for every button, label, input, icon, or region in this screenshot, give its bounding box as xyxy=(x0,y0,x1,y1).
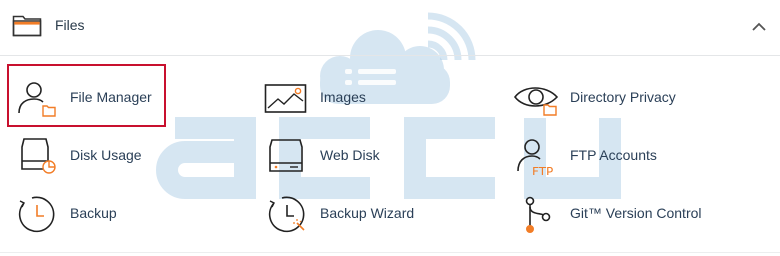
disk-usage-label: Disk Usage xyxy=(70,147,142,163)
section-divider xyxy=(0,252,780,253)
selected-item-highlight xyxy=(7,64,166,127)
section-title: Files xyxy=(55,17,85,33)
web-disk-link[interactable]: Web Disk xyxy=(258,133,458,179)
web-disk-icon xyxy=(269,139,303,172)
folder-icon xyxy=(12,15,42,37)
backup-icon xyxy=(18,196,55,233)
ftp-accounts-link[interactable]: FTP FTP Accounts xyxy=(508,133,728,179)
directory-privacy-link[interactable]: Directory Privacy xyxy=(508,75,728,121)
backup-wizard-icon xyxy=(268,196,305,233)
backup-wizard-label: Backup Wizard xyxy=(320,205,415,221)
directory-privacy-label: Directory Privacy xyxy=(570,89,676,105)
ftp-accounts-icon: FTP xyxy=(517,139,553,175)
images-icon xyxy=(264,84,307,113)
chevron-up-icon[interactable] xyxy=(748,18,770,36)
ftp-accounts-label: FTP Accounts xyxy=(570,147,657,163)
disk-usage-link[interactable]: Disk Usage xyxy=(8,133,208,179)
git-version-control-icon xyxy=(525,196,551,233)
section-header[interactable]: Files xyxy=(0,0,780,56)
ftp-icon-text: FTP xyxy=(532,165,553,175)
disk-usage-icon xyxy=(21,138,56,174)
web-disk-label: Web Disk xyxy=(320,147,380,163)
backup-link[interactable]: Backup xyxy=(8,191,208,237)
images-label: Images xyxy=(320,89,366,105)
images-link[interactable]: Images xyxy=(258,75,458,121)
git-version-control-link[interactable]: Git™ Version Control xyxy=(508,191,748,237)
backup-label: Backup xyxy=(70,205,117,221)
directory-privacy-icon xyxy=(514,87,558,116)
git-version-control-label: Git™ Version Control xyxy=(570,205,702,221)
backup-wizard-link[interactable]: Backup Wizard xyxy=(258,191,458,237)
